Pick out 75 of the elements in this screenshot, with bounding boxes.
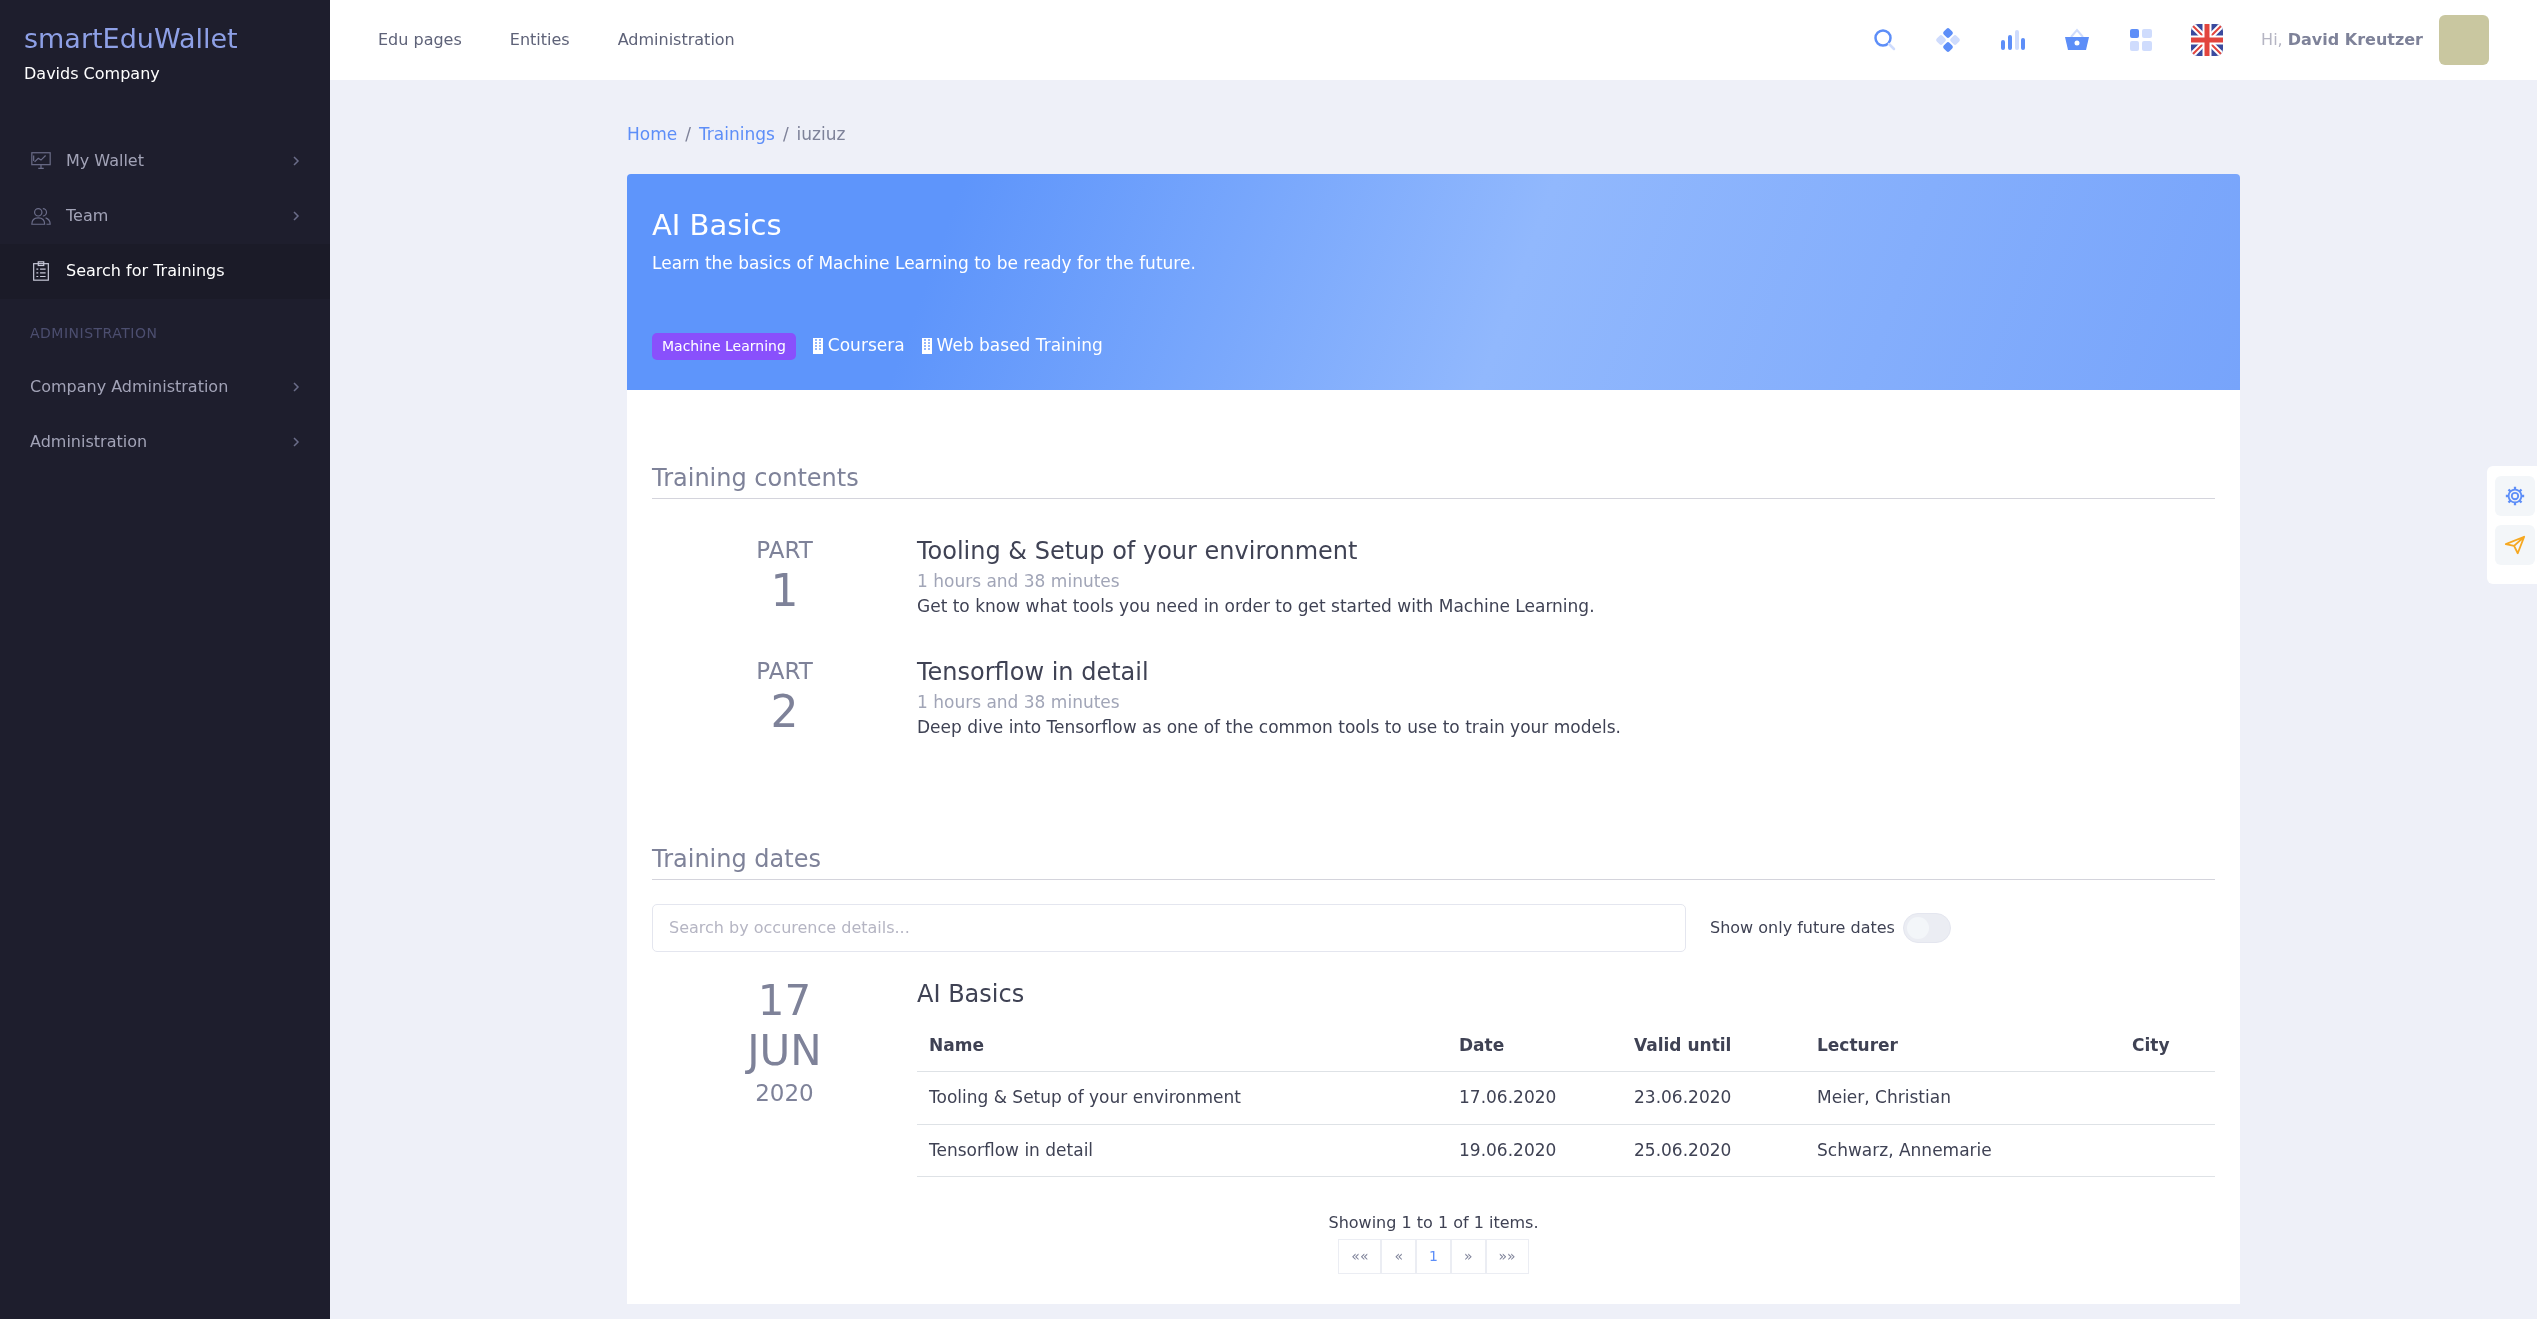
column-header: Valid until [1622,1019,1805,1072]
sidebar-item[interactable]: Team [0,188,330,244]
section-heading: ADMINISTRATION [29,323,159,343]
toggle-switch[interactable] [1902,912,1951,943]
table-cell: 23.06.2020 [1622,1071,1805,1124]
table-cell: 19.06.2020 [1447,1124,1622,1177]
sidebar-item[interactable]: Search for Trainings [0,243,330,299]
breadcrumb-separator: / [685,123,691,146]
date-month: JUN [744,1025,823,1077]
pagination-summary: Showing 1 to 1 of 1 items. [1327,1212,1540,1234]
part-number: 2 [769,688,800,737]
search-icon[interactable] [1873,27,1898,53]
settings-icon[interactable] [2495,476,2535,516]
column-header: Date [1447,1019,1622,1072]
page-button[interactable]: »» [1485,1239,1529,1274]
breadcrumb-current: iuziuz [796,123,846,146]
table-cell: Tooling & Setup of your environment [917,1071,1447,1124]
nav-link[interactable]: Entities [509,28,570,52]
chevron-icon [292,381,300,394]
column-header: Name [917,1019,1447,1072]
part-label: PART [755,535,814,565]
sidebar-item[interactable]: Company Administration [0,359,330,415]
tag-text: Web based Training [936,334,1103,358]
basket-icon[interactable] [2063,27,2092,53]
training-title: AI Basics [652,206,783,244]
part-duration: 1 hours and 38 minutes [917,569,1121,593]
building-icon [811,338,824,354]
part-description: Get to know what tools you need in order to get started with Machine Learning. [917,595,1595,618]
tag-text: Coursera [827,334,905,358]
people-icon [30,205,52,228]
part-label: PART [755,656,814,686]
part-title: Tensorflow in detail [917,656,1150,688]
sidebar-item[interactable]: Administration [0,414,330,470]
date-year: 2020 [754,1079,815,1109]
part-duration: 1 hours and 38 minutes [917,690,1121,714]
training-description: Learn the basics of Machine Learning to be ready for the future. [652,252,1197,275]
nav-link[interactable]: Edu pages [378,28,462,52]
company-name: Davids Company [24,62,161,85]
flag-icon[interactable] [2191,24,2224,56]
chevron-icon [292,210,300,223]
paper-plane-icon[interactable] [2495,525,2535,565]
search-field[interactable]: Search by occurence details... [652,903,1686,952]
date-day: 17 [652,975,917,1026]
chevron-icon [292,436,300,449]
table-cell: 17.06.2020 [1447,1071,1622,1124]
column-header: Lecturer [1805,1019,2120,1072]
greeting-text: Hi, [2261,30,2283,49]
grid-icon[interactable] [2129,27,2154,53]
clipboard-icon [30,260,52,283]
page-button[interactable]: « [1381,1239,1417,1274]
brand-name[interactable]: smartEduWallet [24,24,306,54]
part-description: Deep dive into Tensorflow as one of the common tools to use to train your models. [917,716,1621,739]
diamonds-icon[interactable] [1935,27,1962,53]
user-name[interactable]: David Kreutzer [2287,30,2423,49]
sidebar-item[interactable]: My Wallet [0,133,330,189]
chevron-icon [292,155,300,168]
table-cell: Schwarz, Annemarie [1805,1124,2120,1177]
part-number: 1 [769,567,800,616]
table-cell: Tensorflow in detail [917,1124,1447,1177]
page-button[interactable]: » [1450,1239,1486,1274]
section-heading: Training dates [652,840,2215,880]
page-button[interactable]: «« [1338,1239,1382,1274]
bar-chart-icon[interactable] [1999,27,2026,53]
toggle-label: Show only future dates [1710,916,1895,939]
part-title: Tooling & Setup of your environment [917,535,1359,567]
breadcrumb-separator: / [782,123,789,146]
category-badge: Machine Learning [652,332,796,360]
occurrence-title: AI Basics [917,978,1026,1010]
table-cell: Meier, Christian [1805,1071,2120,1124]
column-header: City [2120,1019,2215,1072]
building-icon [920,338,933,354]
table-cell: 25.06.2020 [1622,1124,1805,1177]
page-button[interactable]: 1 [1416,1239,1451,1274]
nav-link[interactable]: Administration [617,28,735,52]
section-heading: Training contents [652,459,2215,499]
